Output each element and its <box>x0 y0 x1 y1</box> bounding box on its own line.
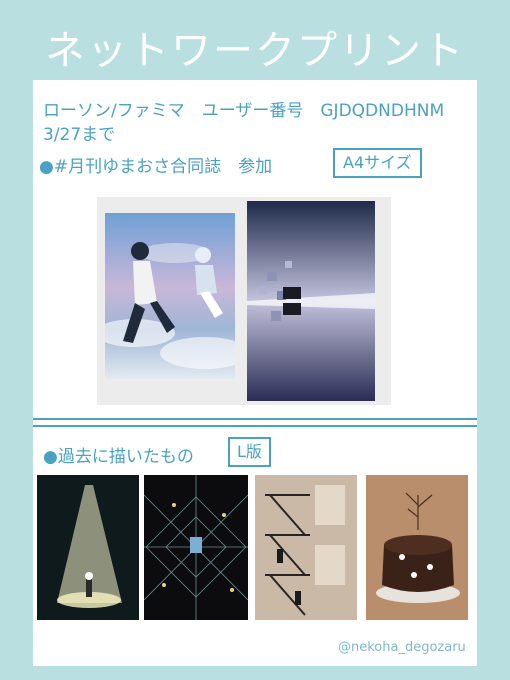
past-works-heading: ●過去に描いたもの <box>43 447 194 467</box>
event-title: ●#月刊ゆまおさ合同誌 参加 <box>39 157 273 177</box>
section-divider <box>33 418 477 420</box>
author-handle: @nekoha_degozaru <box>338 640 466 655</box>
deadline: 3/27まで <box>43 125 116 145</box>
page-title: ネットワークプリント <box>45 28 465 74</box>
a4-artwork-preview <box>97 197 391 405</box>
sky-illustration <box>105 213 235 379</box>
chocolate-cake-artwork <box>366 475 468 620</box>
spiderweb-artwork <box>144 475 248 620</box>
info-card: ローソン/ファミマ ユーザー番号 GJDQDNDHNM 3/27まで ●#月刊ゆ… <box>33 80 477 666</box>
store-user-number: ローソン/ファミマ ユーザー番号 GJDQDNDHNM <box>43 101 445 121</box>
fire-escape-artwork <box>255 475 357 620</box>
a4-size-badge: A4サイズ <box>333 148 422 178</box>
section-divider <box>33 425 477 427</box>
night-reflection-illustration <box>247 201 375 401</box>
spotlight-artwork <box>37 475 139 620</box>
l-size-badge: L版 <box>228 437 271 467</box>
